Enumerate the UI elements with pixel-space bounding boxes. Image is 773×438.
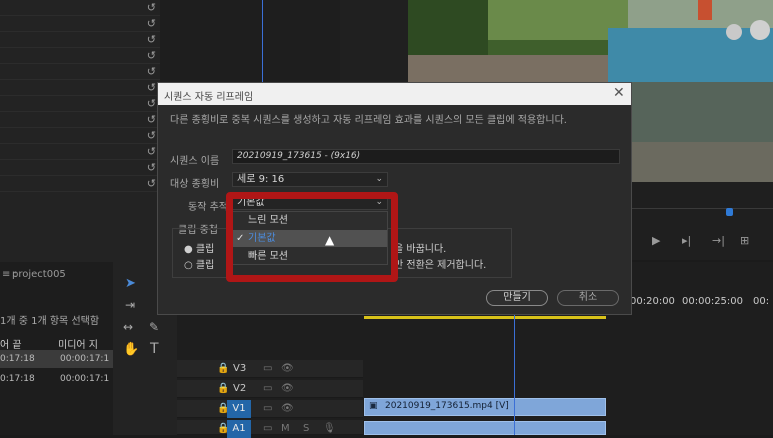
reset-icon[interactable]: ↺ (147, 33, 156, 46)
play-icon[interactable]: ▶ (652, 234, 660, 247)
seq-name-label: 시퀀스 이름 (170, 156, 220, 167)
fx-row: ↺ (0, 0, 160, 16)
playhead-marker[interactable] (726, 208, 733, 216)
reset-icon[interactable]: ↺ (147, 1, 156, 14)
table-row[interactable]: 0:17:18 00:00:17:1 (0, 350, 113, 368)
ruler-label: 00: (753, 296, 770, 307)
fx-row: ↺ (0, 176, 160, 192)
eye-icon[interactable]: 👁 (281, 363, 294, 374)
col-media-header[interactable]: 미디어 지 (58, 336, 98, 351)
hand-tool-icon[interactable]: ✋ (123, 342, 139, 357)
pen-tool-icon[interactable]: ✎ (149, 320, 159, 334)
fx-row: ↺ (0, 16, 160, 32)
program-monitor-video-lower (632, 82, 773, 182)
fx-row: ↺ (0, 160, 160, 176)
fx-row: ↺ (0, 80, 160, 96)
source-panel (160, 0, 340, 82)
highlight-annotation (226, 192, 398, 282)
fx-row: ↺ (0, 64, 160, 80)
mic-icon[interactable]: 🎙 (323, 423, 336, 434)
radio-option-1-tail: 을 바꿉니다. (394, 244, 447, 255)
track-header-v1[interactable]: 🔒 V1 ▭ 👁 (177, 400, 363, 418)
aspect-prefix: 세로 (237, 174, 256, 185)
col-out-header[interactable]: 어 끝 (0, 336, 22, 351)
eye-icon[interactable]: 👁 (281, 403, 294, 414)
dialog-titlebar: 시퀀스 자동 리프레임 ✕ (158, 83, 631, 105)
lock-icon[interactable]: 🔒 (217, 383, 229, 394)
reset-icon[interactable]: ↺ (147, 129, 156, 142)
aspect-label: 대상 종횡비 (170, 179, 220, 190)
ripple-edit-icon[interactable]: ↔ (123, 320, 133, 334)
sequence-name-input[interactable]: 20210919_173615 - (9x16) (232, 149, 620, 164)
insert-icon[interactable]: ⊞ (740, 234, 749, 247)
sync-lock-icon[interactable]: ▭ (263, 423, 272, 434)
eye-icon[interactable]: 👁 (281, 383, 294, 394)
dialog-description: 다른 종횡비로 중복 시퀀스를 생성하고 자동 리프레임 효과를 시퀀스의 모든… (170, 115, 567, 126)
reset-icon[interactable]: ↺ (147, 17, 156, 30)
radio-option-1[interactable]: ● 클립 (184, 240, 214, 255)
sync-lock-icon[interactable]: ▭ (263, 363, 272, 374)
video-clip[interactable]: ▣ 20210919_173615.mp4 [V] (364, 398, 606, 416)
program-monitor-controls: ▶ ▸| →| ⊞ (632, 182, 773, 260)
fx-row: ↺ (0, 32, 160, 48)
ruler-label: 00:20:00 (630, 296, 675, 307)
selection-tool-icon[interactable]: ➤ (125, 276, 136, 291)
ruler-label: 00:00:25:00 (682, 296, 744, 307)
track-header-a1[interactable]: 🔒 A1 ▭ M S 🎙 (177, 420, 363, 438)
reset-icon[interactable]: ↺ (147, 161, 156, 174)
radio-option-2[interactable]: ○ 클립 (184, 256, 214, 271)
motion-label: 동작 추적 (188, 202, 228, 213)
reset-icon[interactable]: ↺ (147, 49, 156, 62)
program-monitor-video (408, 0, 773, 82)
fx-row: ↺ (0, 144, 160, 160)
fx-row: ↺ (0, 112, 160, 128)
sync-lock-icon[interactable]: ▭ (263, 383, 272, 394)
reset-icon[interactable]: ↺ (147, 97, 156, 110)
sync-lock-icon[interactable]: ▭ (263, 403, 272, 414)
timeline-playhead[interactable] (514, 315, 515, 435)
solo-icon[interactable]: S (303, 423, 309, 434)
audio-clip[interactable] (364, 421, 606, 435)
fx-badge-icon: ▣ (369, 401, 378, 411)
selection-status: 1개 중 1개 항목 선택함 (0, 316, 100, 327)
go-to-out-icon[interactable]: →| (712, 234, 725, 247)
scrub-bar[interactable] (632, 208, 773, 209)
panel-divider-area (340, 0, 408, 82)
fx-row: ↺ (0, 48, 160, 64)
clip-label: 20210919_173615.mp4 [V] (385, 401, 509, 411)
fx-row: ↺ (0, 96, 160, 112)
close-icon[interactable]: ✕ (613, 85, 625, 101)
track-header-v2[interactable]: 🔒 V2 ▭ 👁 (177, 380, 363, 398)
fx-row: ↺ (0, 128, 160, 144)
project-tab[interactable]: project005 (12, 269, 66, 280)
effect-controls-panel: ↺ ↺ ↺ ↺ ↺ ↺ ↺ ↺ ↺ ↺ ↺ ↺ (0, 0, 160, 262)
fx-playhead[interactable] (262, 0, 263, 82)
aspect-value: 9: 16 (258, 174, 285, 185)
chevron-down-icon: ⌄ (375, 174, 383, 184)
project-panel: ≡ : project005 1개 중 1개 항목 선택함 어 끝 미디어 지 … (0, 262, 113, 435)
dialog-title: 시퀀스 자동 리프레임 (164, 92, 254, 103)
table-row[interactable]: 0:17:18 00:00:17:1 (0, 370, 113, 388)
create-button[interactable]: 만들기 (486, 290, 548, 306)
reset-icon[interactable]: ↺ (147, 81, 156, 94)
video-frame-image (408, 0, 773, 82)
radio-option-2-tail: 만 전환은 제거합니다. (394, 260, 487, 271)
mute-icon[interactable]: M (281, 423, 290, 434)
reset-icon[interactable]: ↺ (147, 145, 156, 158)
text-tool-icon[interactable]: T (150, 341, 159, 357)
cancel-button[interactable]: 취소 (557, 290, 619, 306)
aspect-ratio-select[interactable]: 세로 9: 16 ⌄ (232, 172, 388, 187)
reset-icon[interactable]: ↺ (147, 177, 156, 190)
lock-icon[interactable]: 🔒 (217, 363, 229, 374)
reset-icon[interactable]: ↺ (147, 113, 156, 126)
track-header-v3[interactable]: 🔒 V3 ▭ 👁 (177, 360, 363, 378)
reset-icon[interactable]: ↺ (147, 65, 156, 78)
track-select-icon[interactable]: ⇥ (125, 298, 135, 312)
work-area-bar[interactable] (364, 316, 606, 319)
step-forward-icon[interactable]: ▸| (682, 234, 691, 247)
